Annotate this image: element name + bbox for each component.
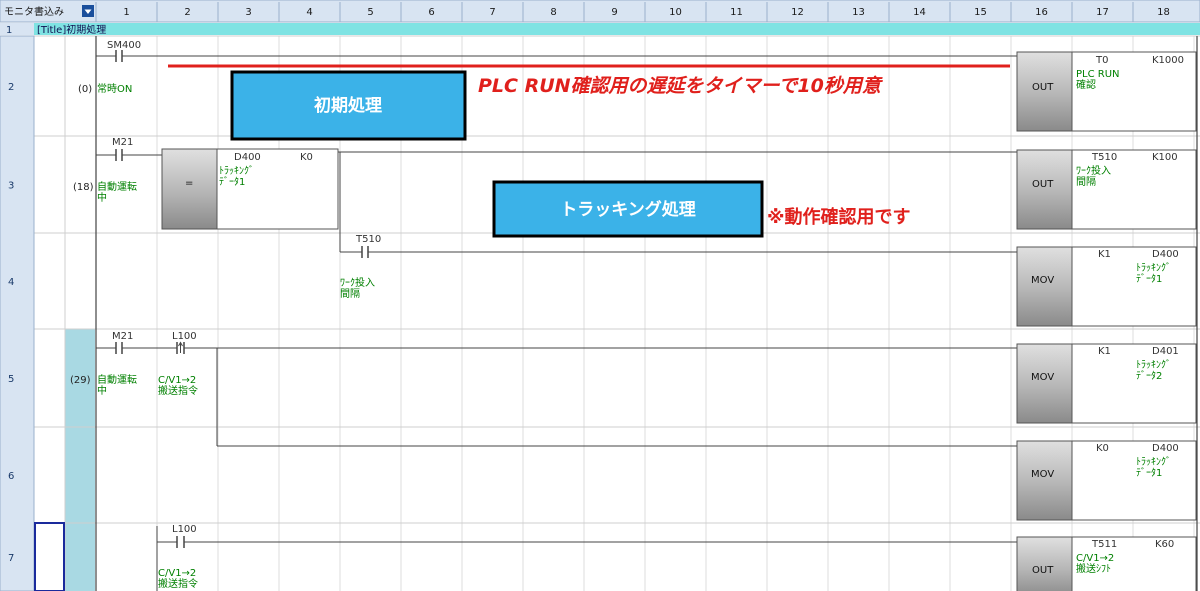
title-row-text: [Title]初期処理 <box>37 23 106 36</box>
column-header-bar <box>0 0 1200 23</box>
contact-comment: 常時ON <box>97 82 132 95</box>
operand-comment: C/V1→2 搬送ｼﾌﾄ <box>1076 553 1114 575</box>
row-number-column-bg <box>0 35 35 591</box>
mov-instruction-button[interactable] <box>1016 440 1073 521</box>
row-number[interactable]: 3 <box>8 181 14 192</box>
operand-source: K1 <box>1098 346 1111 357</box>
compare-operand-2: K0 <box>300 152 313 163</box>
mov-instruction-button[interactable] <box>1016 246 1073 327</box>
instruction-label: MOV <box>1031 372 1054 383</box>
compare-operand-1: D400 <box>234 152 261 163</box>
title-row-number: 1 <box>6 25 12 36</box>
contact-comment: 自動運転中 <box>97 180 137 204</box>
instruction-label: MOV <box>1031 275 1054 286</box>
instruction-label: OUT <box>1032 565 1054 576</box>
ladder-editor: モニタ書込み 1 2 3 4 5 6 7 8 9 10 11 12 13 14 15 16 17 18 1 [Ti… <box>0 0 1200 591</box>
column-header-3: 3 <box>245 7 251 18</box>
contact-device: M21 <box>112 137 133 148</box>
contact-device: T510 <box>355 234 381 245</box>
column-header-16: 16 <box>1035 7 1048 18</box>
mov-instruction-button[interactable] <box>1016 343 1073 424</box>
instruction-label: OUT <box>1032 179 1054 190</box>
row-number[interactable]: 7 <box>8 553 14 564</box>
row-number[interactable]: 5 <box>8 374 14 385</box>
operand-device: T510 <box>1091 152 1117 163</box>
note-plc-run-delay: PLC RUN確認用の遅延をタイマーで10秒用意 <box>478 75 884 97</box>
contact-comment: C/V1→2 搬送指令 <box>158 568 198 590</box>
normally-open-contact[interactable] <box>96 342 157 354</box>
column-header-18: 18 <box>1157 7 1170 18</box>
row-number-column: 2 3 4 5 6 7 <box>0 35 35 591</box>
step-column-highlight <box>65 329 95 591</box>
instruction-label: MOV <box>1031 469 1054 480</box>
column-header-11: 11 <box>730 7 743 18</box>
column-header-10: 10 <box>669 7 682 18</box>
contact-device: L100 <box>172 331 197 342</box>
column-header-4: 4 <box>306 7 312 18</box>
operand-device: T0 <box>1095 55 1108 66</box>
operand-destination: D400 <box>1152 443 1179 454</box>
column-header-14: 14 <box>913 7 926 18</box>
column-header-12: 12 <box>791 7 804 18</box>
row-number[interactable]: 2 <box>8 82 14 93</box>
column-header-15: 15 <box>974 7 987 18</box>
column-header-8: 8 <box>550 7 556 18</box>
row-number[interactable]: 6 <box>8 471 14 482</box>
out-instruction-button[interactable] <box>1016 536 1073 591</box>
monitor-mode-label: モニタ書込み <box>4 5 64 18</box>
compare-instruction-button[interactable] <box>161 148 218 230</box>
column-header-5: 5 <box>367 7 373 18</box>
operand-source: K0 <box>1096 443 1109 454</box>
column-header-1: 1 <box>123 7 129 18</box>
column-header-13: 13 <box>852 7 865 18</box>
normally-open-contact[interactable] <box>96 50 1017 62</box>
column-header-6: 6 <box>428 7 434 18</box>
operand-constant: K60 <box>1155 539 1174 550</box>
column-header-9: 9 <box>611 7 617 18</box>
rising-edge-contact[interactable] <box>157 341 1017 354</box>
step-number: (18) <box>73 182 94 193</box>
operand-constant: K100 <box>1152 152 1178 163</box>
column-header-17: 17 <box>1096 7 1109 18</box>
normally-open-contact[interactable] <box>157 536 1017 548</box>
contact-device: M21 <box>112 331 133 342</box>
callout-tracking-label: トラッキング処理 <box>560 199 696 220</box>
title-row[interactable] <box>34 23 1200 35</box>
note-test-only: ※動作確認用です <box>767 206 911 228</box>
step-number: (0) <box>78 84 92 95</box>
cell-cursor[interactable] <box>34 522 65 591</box>
contact-comment: 自動運転中 <box>97 373 137 397</box>
operand-device: T511 <box>1091 539 1117 550</box>
compare-label: = <box>185 178 193 189</box>
column-header-7: 7 <box>489 7 495 18</box>
operand-source: K1 <box>1098 249 1111 260</box>
contact-device: SM400 <box>107 40 141 51</box>
row-number[interactable]: 4 <box>8 277 14 288</box>
operand-constant: K1000 <box>1152 55 1184 66</box>
column-header-2: 2 <box>184 7 190 18</box>
contact-comment: C/V1→2 搬送指令 <box>158 375 198 397</box>
contact-device: L100 <box>172 524 197 535</box>
step-number: (29) <box>70 375 91 386</box>
normally-open-contact[interactable] <box>340 246 1017 258</box>
instruction-label: OUT <box>1032 82 1054 93</box>
contact-comment: ﾜｰｸ投入間隔 <box>340 276 375 300</box>
operand-destination: D401 <box>1152 346 1179 357</box>
operand-destination: D400 <box>1152 249 1179 260</box>
normally-open-contact[interactable] <box>96 149 162 161</box>
callout-init-label: 初期処理 <box>314 95 382 116</box>
